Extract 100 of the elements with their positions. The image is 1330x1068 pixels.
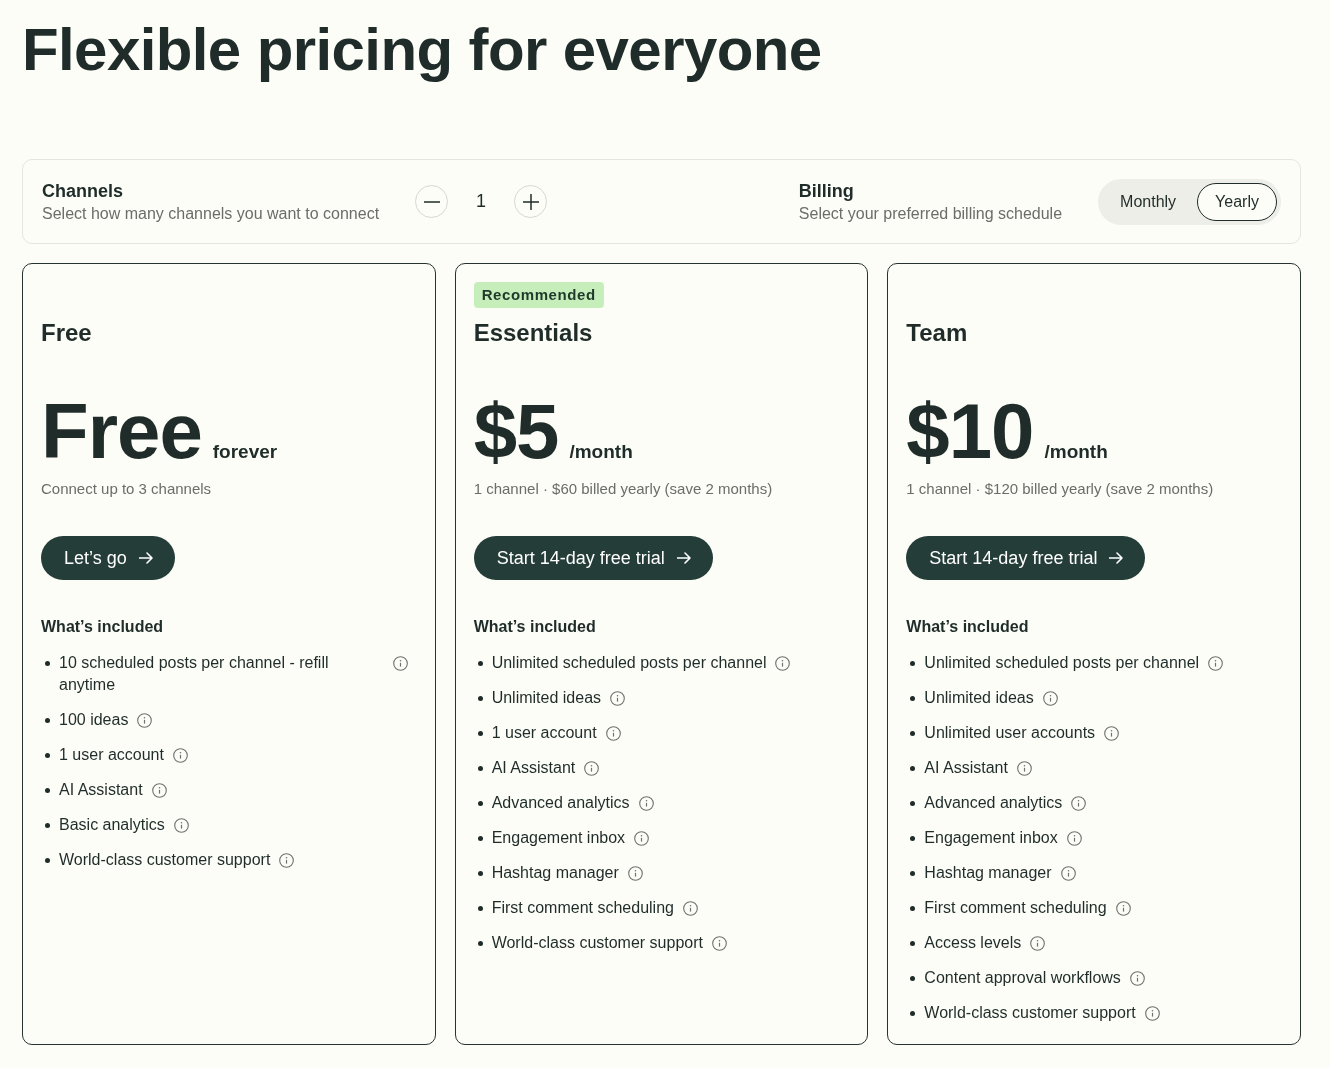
info-icon[interactable] — [1208, 656, 1224, 671]
feature-text: Hashtag manager — [491, 863, 619, 883]
billing-option[interactable]: Monthly — [1102, 182, 1195, 221]
cta-button[interactable]: Start 14-day free trial — [906, 536, 1146, 580]
plan-name: Essentials — [473, 318, 594, 348]
info-icon[interactable] — [172, 748, 188, 763]
bullet-icon — [45, 753, 50, 758]
feature-text: First comment scheduling — [491, 898, 674, 918]
info-icon[interactable] — [1129, 971, 1145, 986]
info-icon[interactable] — [610, 691, 626, 706]
bullet-icon — [45, 858, 50, 863]
info-icon[interactable] — [775, 656, 791, 671]
feature-text: World-class customer support — [924, 1003, 1136, 1023]
info-icon[interactable] — [682, 901, 698, 916]
info-icon[interactable] — [137, 713, 153, 728]
included-heading: What’s included — [906, 617, 1030, 637]
billing-label: Billing — [798, 179, 855, 202]
page-title: Flexible pricing for everyone — [22, 18, 823, 82]
info-icon[interactable] — [279, 853, 295, 868]
info-icon[interactable] — [173, 818, 189, 833]
bullet-icon — [45, 661, 50, 666]
bullet-icon — [910, 906, 916, 911]
feature-text: Unlimited user accounts — [924, 723, 1096, 743]
bullet-icon — [477, 941, 483, 946]
info-icon[interactable] — [634, 831, 650, 846]
price-period: forever — [212, 441, 278, 463]
feature-text: AI Assistant — [491, 758, 576, 778]
bullet-icon — [910, 941, 916, 946]
feature-text: Unlimited ideas — [924, 688, 1034, 708]
plan-name: Free — [41, 318, 93, 348]
info-icon[interactable] — [1016, 761, 1032, 776]
price-period: /month — [569, 441, 633, 463]
info-icon[interactable] — [1030, 936, 1046, 951]
feature-text: World-class customer support — [491, 933, 703, 953]
bullet-icon — [910, 976, 916, 981]
feature-text: Access levels — [924, 933, 1022, 953]
bullet-icon — [477, 731, 483, 736]
plan-name: Team — [906, 318, 969, 348]
info-icon[interactable] — [1104, 726, 1120, 741]
bullet-icon — [45, 718, 50, 723]
plan-price: $5 — [473, 392, 559, 470]
info-icon[interactable] — [1144, 1006, 1160, 1021]
plus-icon — [522, 193, 539, 210]
cta-button[interactable]: Let’s go — [41, 536, 175, 580]
info-icon[interactable] — [1115, 901, 1131, 916]
info-icon[interactable] — [584, 761, 600, 776]
bullet-icon — [910, 766, 916, 771]
info-icon[interactable] — [627, 866, 643, 881]
arrow-right-icon — [138, 552, 153, 564]
feature-text: Unlimited scheduled posts per channel — [924, 653, 1200, 673]
feature-text: 10 scheduled posts per channel - refill anytime — [59, 653, 330, 695]
arrow-right-icon — [1109, 552, 1124, 564]
info-icon[interactable] — [393, 656, 408, 671]
feature-text: AI Assistant — [924, 758, 1008, 778]
bullet-icon — [910, 801, 916, 806]
billing-description: Select your preferred billing schedule — [798, 203, 1063, 224]
feature-text: Unlimited scheduled posts per channel — [491, 653, 767, 673]
info-icon[interactable] — [1060, 866, 1076, 881]
included-heading: What’s included — [41, 617, 165, 637]
bullet-icon — [910, 1011, 916, 1016]
minus-icon — [423, 200, 440, 203]
bullet-icon — [45, 788, 50, 793]
bullet-icon — [477, 801, 483, 806]
feature-text: 1 user account — [59, 745, 164, 765]
bullet-icon — [45, 823, 50, 828]
plan-note: 1 channel · $60 billed yearly (save 2 months) — [473, 479, 774, 499]
bullet-icon — [477, 836, 483, 841]
info-icon[interactable] — [1071, 796, 1087, 811]
info-icon[interactable] — [1066, 831, 1082, 846]
bullet-icon — [477, 906, 483, 911]
feature-text: Advanced analytics — [924, 793, 1063, 813]
recommended-badge: Recommended — [473, 282, 604, 308]
plan-note: 1 channel · $120 billed yearly (save 2 months) — [906, 479, 1215, 499]
feature-text: First comment scheduling — [924, 898, 1107, 918]
channels-label: Channels — [42, 179, 125, 202]
included-heading: What’s included — [473, 617, 597, 637]
feature-text: Advanced analytics — [491, 793, 630, 813]
info-icon[interactable] — [712, 936, 727, 951]
feature-text: Unlimited ideas — [491, 688, 602, 708]
info-icon[interactable] — [1042, 691, 1058, 706]
plan-price: $10 — [906, 392, 1034, 470]
bullet-icon — [910, 696, 916, 701]
info-icon[interactable] — [605, 726, 621, 741]
info-icon[interactable] — [638, 796, 654, 811]
feature-text: 1 user account — [491, 723, 597, 743]
bullet-icon — [910, 731, 916, 736]
feature-text: World-class customer support — [59, 850, 271, 870]
plan-price: Free — [41, 392, 202, 470]
channel-count: 1 — [475, 191, 488, 212]
info-icon[interactable] — [151, 783, 167, 798]
channels-description: Select how many channels you want to connect — [42, 203, 380, 224]
feature-text: Basic analytics — [59, 815, 165, 835]
feature-text: Engagement inbox — [491, 828, 626, 848]
bullet-icon — [477, 766, 483, 771]
bullet-icon — [477, 871, 483, 876]
feature-text: Engagement inbox — [924, 828, 1058, 848]
billing-option[interactable]: Yearly — [1197, 182, 1277, 221]
cta-button[interactable]: Start 14-day free trial — [473, 536, 713, 580]
bullet-icon — [477, 696, 483, 701]
price-period: /month — [1044, 441, 1108, 463]
